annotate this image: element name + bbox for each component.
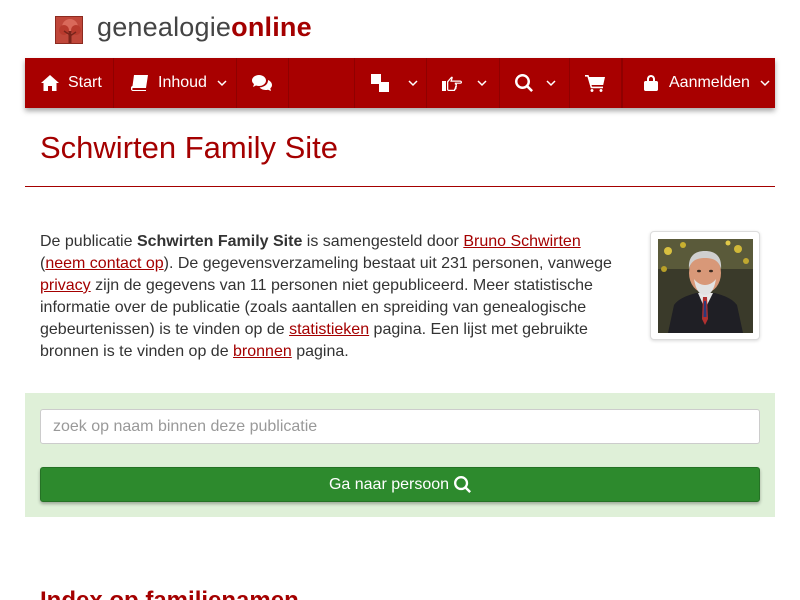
nav-start[interactable]: Start: [25, 58, 114, 108]
comments-icon: [252, 73, 272, 93]
intro-text-1: De publicatie: [40, 233, 137, 250]
nav-share[interactable]: [427, 58, 500, 108]
nav-chat[interactable]: [237, 58, 289, 108]
main-navbar: Start Inhoud Aanmelden: [25, 58, 775, 108]
shopping-cart-icon: [585, 73, 605, 93]
lock-icon: [641, 73, 661, 93]
chevron-down-icon: [760, 78, 770, 88]
intro-text-7: pagina.: [291, 343, 349, 360]
nav-language[interactable]: [354, 58, 427, 108]
tree-icon[interactable]: [55, 16, 83, 44]
book-icon: [130, 73, 150, 93]
nav-search[interactable]: [500, 58, 570, 108]
surname-index-heading: Index op familienamen: [40, 587, 299, 600]
person-search-input[interactable]: [40, 409, 760, 444]
nav-login[interactable]: Aanmelden: [622, 58, 775, 108]
author-photo-frame[interactable]: [650, 231, 760, 340]
contact-link[interactable]: neem contact op: [45, 255, 163, 272]
nav-inhoud[interactable]: Inhoud: [114, 58, 237, 108]
person-search-panel: Ga naar persoon: [25, 393, 775, 517]
statistics-link[interactable]: statistieken: [289, 321, 369, 338]
site-logo-text[interactable]: genealogieonline: [97, 12, 312, 43]
page-title: Schwirten Family Site: [40, 130, 339, 165]
publication-name: Schwirten Family Site: [136, 233, 303, 250]
home-icon: [40, 73, 60, 93]
title-divider: [25, 186, 775, 187]
nav-shop[interactable]: [570, 58, 622, 108]
search-icon: [454, 476, 472, 493]
search-icon: [514, 73, 534, 93]
chevron-down-icon: [546, 78, 556, 88]
brand-name-part2: online: [231, 12, 312, 42]
hand-point-icon: [442, 73, 462, 93]
site-header: genealogieonline: [0, 0, 800, 58]
chevron-down-icon: [408, 78, 418, 88]
nav-login-label: Aanmelden: [669, 74, 750, 91]
privacy-link[interactable]: privacy: [40, 277, 91, 294]
nav-start-label: Start: [68, 74, 102, 91]
intro-text-2: is samengesteld door: [302, 233, 464, 250]
publication-intro: De publicatie Schwirten Family Site is s…: [40, 231, 630, 363]
go-to-person-button[interactable]: Ga naar persoon: [40, 467, 760, 502]
brand-name-part1: genealogie: [97, 12, 232, 42]
chevron-down-icon: [217, 78, 227, 88]
nav-inhoud-label: Inhoud: [158, 74, 207, 91]
chevron-down-icon: [477, 78, 487, 88]
sources-link[interactable]: bronnen: [233, 343, 292, 360]
author-link[interactable]: Bruno Schwirten: [463, 233, 580, 250]
author-photo: [658, 239, 753, 333]
intro-text-4: ). De gegevensverzameling bestaat uit 23…: [163, 255, 612, 272]
go-to-person-label: Ga naar persoon: [328, 475, 450, 493]
language-icon: [370, 73, 390, 93]
